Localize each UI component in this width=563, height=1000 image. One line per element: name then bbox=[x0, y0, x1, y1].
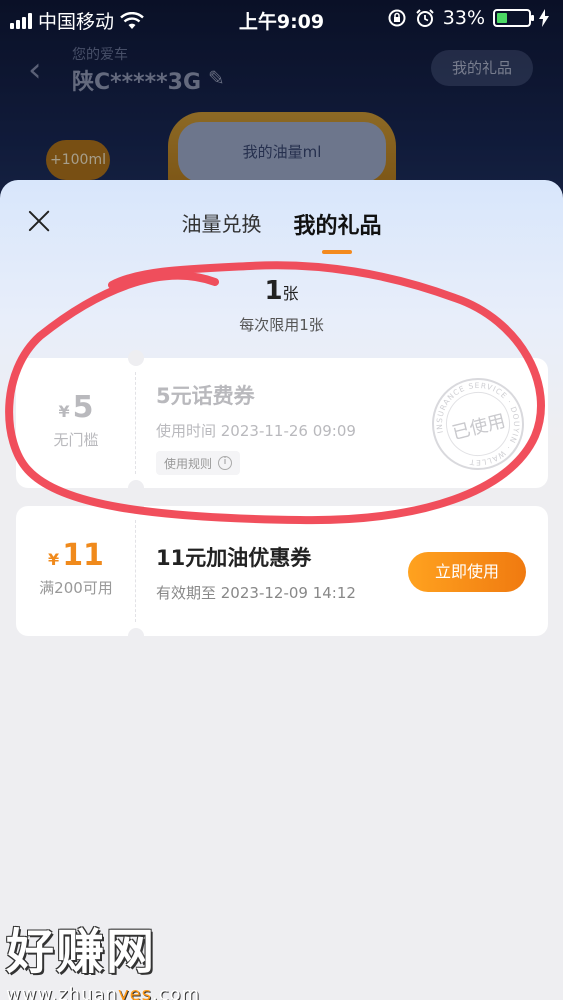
battery-percent: 33% bbox=[442, 7, 485, 29]
tab-label: 油量兑换 bbox=[181, 212, 262, 236]
coupon-count: 1张 bbox=[0, 276, 563, 306]
sheet-tabs: 油量兑换 我的礼品 bbox=[0, 208, 563, 254]
usage-rules-button[interactable]: 使用规则 i bbox=[156, 451, 241, 475]
watermark-logo: 好赚网 bbox=[6, 924, 157, 980]
coupon-card-active[interactable]: ¥11 满200可用 11元加油优惠券 有效期至 2023-12-09 14:1… bbox=[16, 498, 548, 644]
coupon-card-used[interactable]: ¥5 无门槛 5元话费券 使用时间 2023-11-26 09:09 使用规则 … bbox=[16, 350, 548, 496]
usage-rules-label: 使用规则 bbox=[164, 456, 213, 471]
orientation-lock-icon bbox=[388, 9, 406, 27]
info-icon: i bbox=[218, 456, 233, 470]
coupon-details: 5元话费券 使用时间 2023-11-26 09:09 使用规则 i bbox=[156, 380, 356, 475]
coupon-count-unit: 张 bbox=[282, 284, 299, 303]
coupon-amount-value: 11 bbox=[62, 538, 104, 573]
charging-bolt-icon bbox=[539, 9, 549, 27]
tab-my-gifts[interactable]: 我的礼品 bbox=[289, 208, 385, 254]
coupon-time: 使用时间 2023-11-26 09:09 bbox=[156, 422, 356, 440]
coupon-condition: 无门槛 bbox=[53, 431, 99, 449]
coupon-amount: ¥11 bbox=[16, 538, 136, 573]
coupon-value-block: ¥5 无门槛 bbox=[16, 358, 136, 488]
coupon-count-number: 1 bbox=[264, 276, 283, 306]
watermark-url: www.zhuanyes.com bbox=[6, 984, 200, 1000]
tab-label: 我的礼品 bbox=[293, 214, 382, 239]
coupon-title: 5元话费券 bbox=[156, 384, 255, 408]
gifts-bottom-sheet: 油量兑换 我的礼品 1张 每次限用1张 ¥5 无门槛 5元话费券 使用时间 20… bbox=[0, 180, 563, 1000]
currency-symbol: ¥ bbox=[58, 402, 70, 421]
watermark-url-suffix: .com bbox=[152, 984, 201, 1000]
coupon-details: 11元加油优惠券 有效期至 2023-12-09 14:12 bbox=[156, 542, 356, 603]
alarm-icon bbox=[416, 9, 434, 27]
use-now-button[interactable]: 立即使用 bbox=[408, 552, 526, 592]
coupon-amount: ¥5 bbox=[16, 390, 136, 425]
site-watermark: 好赚网 www.zhuanyes.com bbox=[6, 912, 200, 1000]
coupon-value-block: ¥11 满200可用 bbox=[16, 506, 136, 636]
battery-level bbox=[497, 13, 507, 23]
coupon-title: 11元加油优惠券 bbox=[156, 546, 312, 570]
currency-symbol: ¥ bbox=[48, 550, 60, 569]
tab-oil-exchange[interactable]: 油量兑换 bbox=[177, 208, 265, 254]
status-bar: 中国移动 上午9:09 33% bbox=[0, 0, 563, 38]
active-tab-indicator bbox=[322, 250, 353, 254]
watermark-url-highlight: yes bbox=[117, 984, 153, 1000]
coupon-expiry: 有效期至 2023-12-09 14:12 bbox=[156, 584, 356, 602]
usage-limit-text: 每次限用1张 bbox=[239, 316, 324, 334]
used-stamp-icon: INSURANCE SERVICE · DOUYIN · WALLET 已使用 bbox=[422, 368, 534, 480]
battery-icon bbox=[493, 9, 534, 27]
coupon-condition: 满200可用 bbox=[39, 579, 113, 597]
watermark-url-prefix: www.zhuan bbox=[6, 984, 118, 1000]
coupon-amount-value: 5 bbox=[72, 390, 94, 425]
